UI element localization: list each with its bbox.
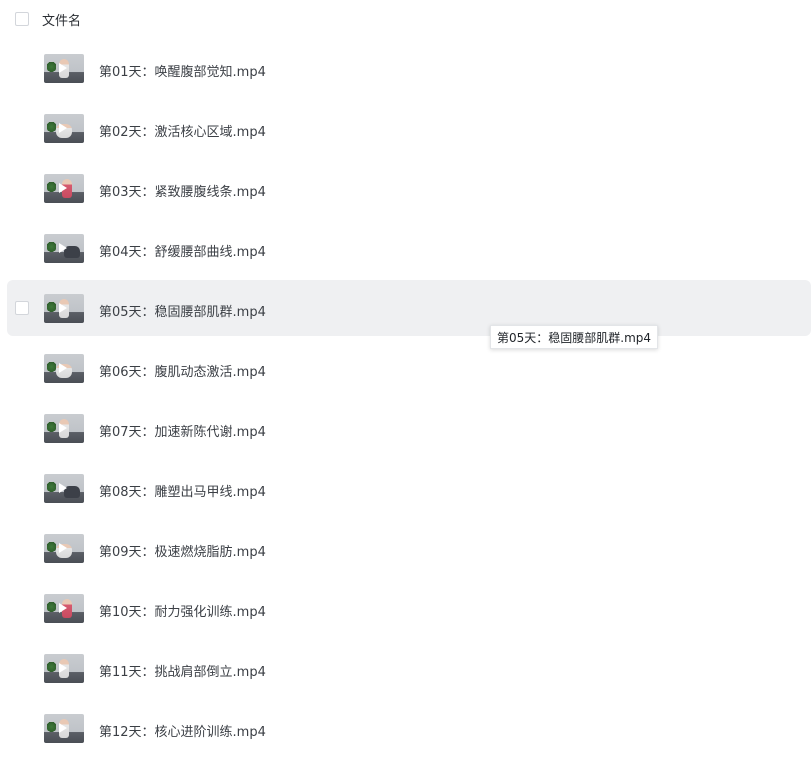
- column-header-filename[interactable]: 文件名: [42, 10, 81, 29]
- video-thumbnail-icon: [44, 474, 84, 503]
- list-item[interactable]: 第07天：加速新陈代谢.mp4: [7, 400, 811, 456]
- list-item[interactable]: 第10天：耐力强化训练.mp4: [7, 580, 811, 636]
- list-header: 文件名: [0, 0, 811, 38]
- video-thumbnail-icon: [44, 174, 84, 203]
- video-thumbnail-icon: [44, 654, 84, 683]
- list-item[interactable]: 第12天：核心进阶训练.mp4: [7, 700, 811, 756]
- video-thumbnail-icon: [44, 534, 84, 563]
- row-checkbox[interactable]: [15, 301, 29, 315]
- video-thumbnail-icon: [44, 594, 84, 623]
- list-item[interactable]: 第06天：腹肌动态激活.mp4: [7, 340, 811, 396]
- video-thumbnail-icon: [44, 354, 84, 383]
- list-item[interactable]: 第02天：激活核心区域.mp4: [7, 100, 811, 156]
- file-list-page: 文件名 第01天：唤醒腹部觉知.mp4 第02天：激活核心区域.mp4 第03天…: [0, 0, 811, 772]
- file-name[interactable]: 第10天：耐力强化训练.mp4: [99, 601, 266, 620]
- video-thumbnail-icon: [44, 234, 84, 263]
- filename-tooltip: 第05天：稳固腰部肌群.mp4: [490, 325, 659, 349]
- file-name[interactable]: 第12天：核心进阶训练.mp4: [99, 721, 266, 740]
- file-name[interactable]: 第09天：极速燃烧脂肪.mp4: [99, 541, 266, 560]
- video-thumbnail-icon: [44, 294, 84, 323]
- file-name[interactable]: 第01天：唤醒腹部觉知.mp4: [99, 61, 266, 80]
- file-name[interactable]: 第11天：挑战肩部倒立.mp4: [99, 661, 266, 680]
- file-name[interactable]: 第07天：加速新陈代谢.mp4: [99, 421, 266, 440]
- list-item[interactable]: 第01天：唤醒腹部觉知.mp4: [7, 40, 811, 96]
- list-item[interactable]: 第04天：舒缓腰部曲线.mp4: [7, 220, 811, 276]
- video-thumbnail-icon: [44, 714, 84, 743]
- list-item[interactable]: 第09天：极速燃烧脂肪.mp4: [7, 520, 811, 576]
- file-name[interactable]: 第06天：腹肌动态激活.mp4: [99, 361, 266, 380]
- video-thumbnail-icon: [44, 414, 84, 443]
- file-name[interactable]: 第03天：紧致腰腹线条.mp4: [99, 181, 266, 200]
- list-item[interactable]: 第03天：紧致腰腹线条.mp4: [7, 160, 811, 216]
- video-thumbnail-icon: [44, 114, 84, 143]
- file-name[interactable]: 第05天：稳固腰部肌群.mp4: [99, 301, 266, 320]
- file-name[interactable]: 第02天：激活核心区域.mp4: [99, 121, 266, 140]
- file-name[interactable]: 第04天：舒缓腰部曲线.mp4: [99, 241, 266, 260]
- file-name[interactable]: 第08天：雕塑出马甲线.mp4: [99, 481, 266, 500]
- list-item[interactable]: 第11天：挑战肩部倒立.mp4: [7, 640, 811, 696]
- video-thumbnail-icon: [44, 54, 84, 83]
- select-all-checkbox[interactable]: [15, 12, 29, 26]
- list-item[interactable]: 第08天：雕塑出马甲线.mp4: [7, 460, 811, 516]
- list-item-hovered[interactable]: 第05天：稳固腰部肌群.mp4: [7, 280, 811, 336]
